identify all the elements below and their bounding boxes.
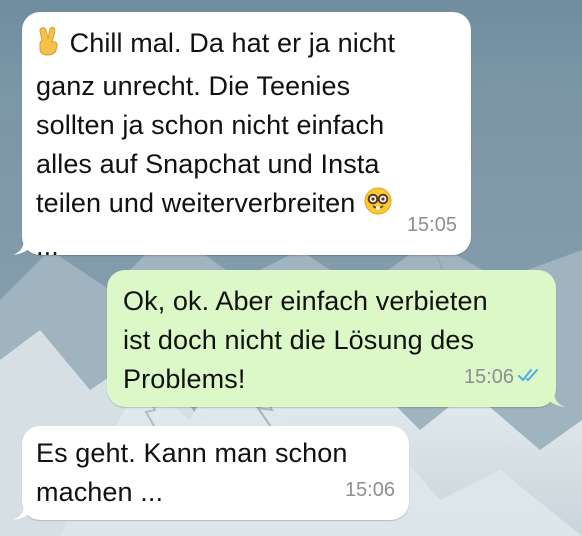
bubble-tail	[13, 502, 33, 520]
victory-hand-emoji	[36, 26, 62, 67]
message-meta: 15:06	[464, 358, 542, 397]
message-text: Es geht. Kann man schon machen ...	[36, 438, 348, 507]
message-meta: 15:06	[345, 471, 395, 510]
message-bubble-incoming[interactable]: Es geht. Kann man schon machen ... 15:06	[13, 426, 409, 520]
double-check-read-icon	[518, 358, 542, 397]
message-meta: 15:05	[407, 206, 457, 245]
message-bubble-incoming[interactable]: Chill mal. Da hat er ja nicht ganz unrec…	[13, 12, 471, 261]
message-bubble-outgoing[interactable]: Ok, ok. Aber einfach verbieten ist doch …	[107, 270, 565, 407]
message-time: 15:05	[406, 214, 457, 236]
message-time: 15:06	[344, 479, 395, 501]
message-time: 15:06	[463, 366, 514, 388]
bubble-tail	[13, 237, 33, 255]
bubble-tail	[545, 389, 565, 407]
message-text: Chill mal. Da hat er ja nicht ganz unrec…	[36, 26, 396, 261]
nerd-face-emoji	[363, 186, 393, 227]
